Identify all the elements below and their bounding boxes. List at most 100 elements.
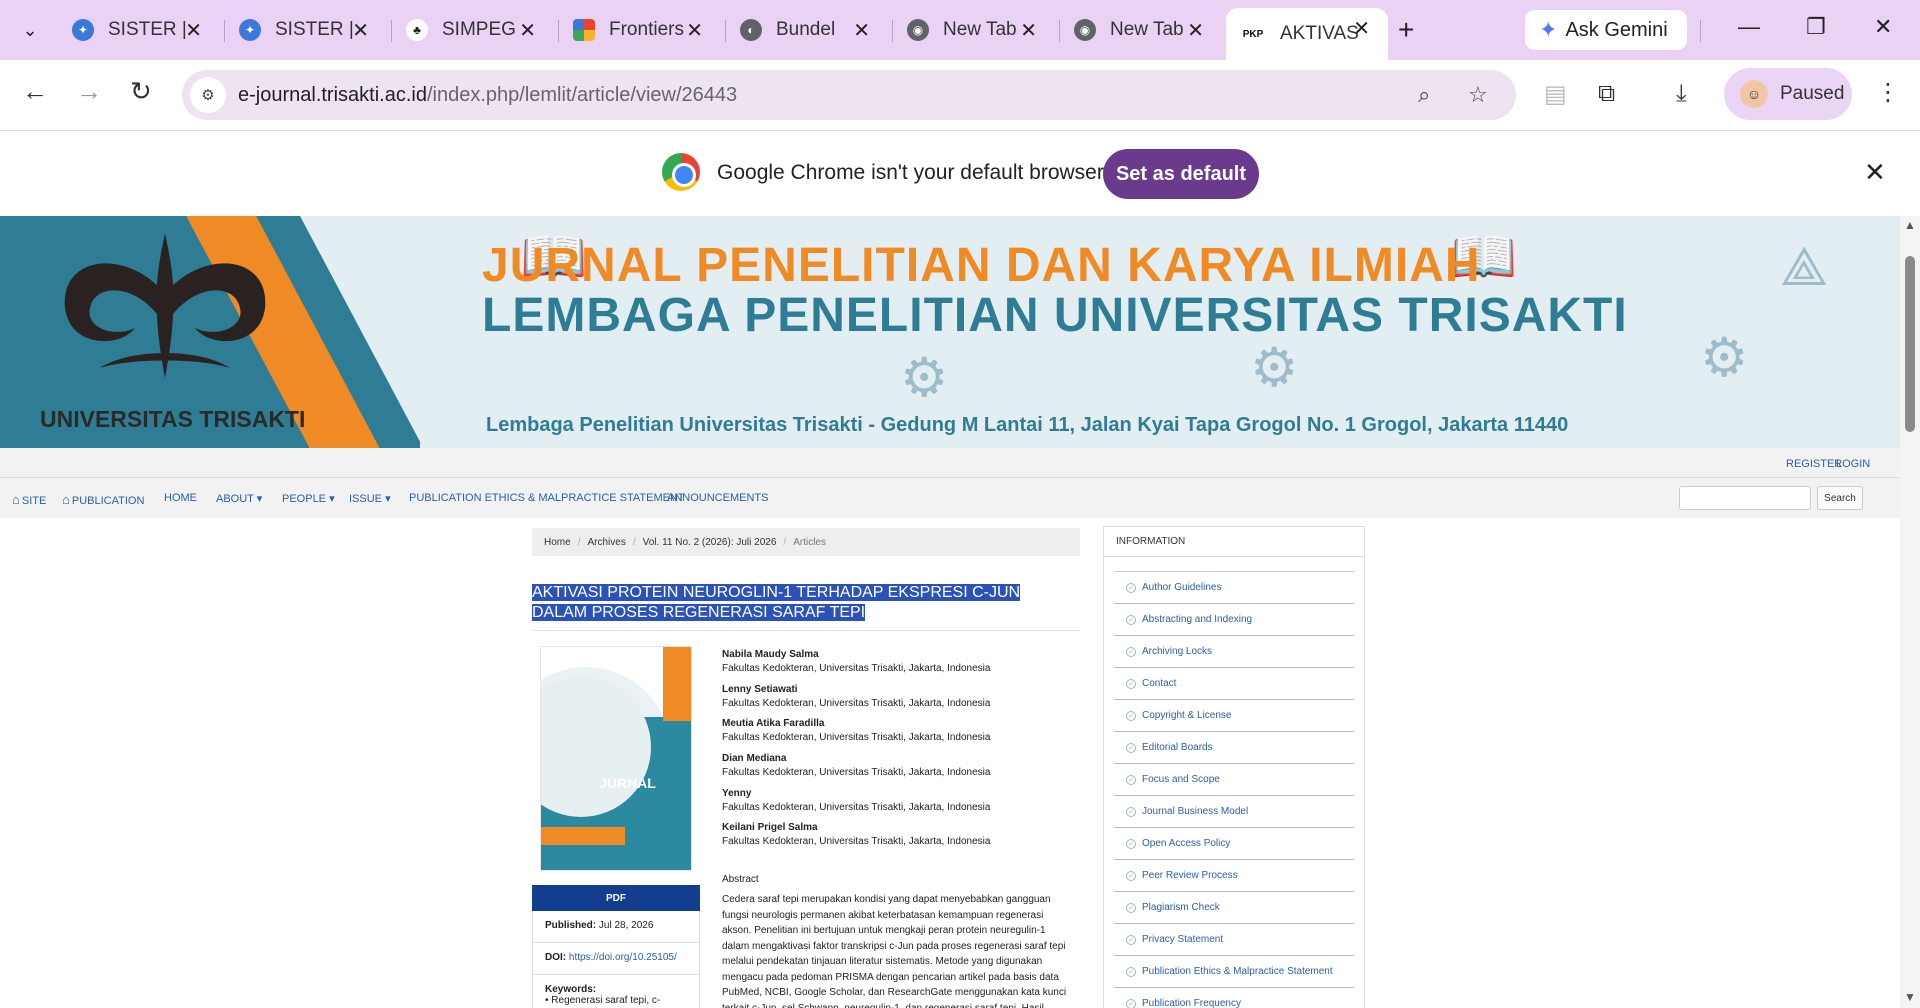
url-path: /index.php/lemlit/article/view/26443 xyxy=(426,83,738,106)
nav-people[interactable]: PEOPLE ▾ xyxy=(282,492,335,505)
zoom-magnifier-icon[interactable]: ⌕ xyxy=(1418,82,1430,108)
page-scrollbar[interactable]: ▲ ▼ xyxy=(1900,216,1920,1008)
back-arrow-icon[interactable]: ← xyxy=(22,76,48,107)
login-link[interactable]: LOGIN xyxy=(1836,458,1870,470)
sidebar-item-business-model[interactable]: ✓ Journal Business Model xyxy=(1114,796,1354,828)
sidebar-item-ethics[interactable]: ✓ Publication Ethics & Malpractice Statem… xyxy=(1114,956,1354,988)
close-icon[interactable]: ✕ xyxy=(352,18,369,43)
close-icon[interactable]: ✕ xyxy=(1353,16,1370,41)
sidebar-item-focus-scope[interactable]: ✓ Focus and Scope xyxy=(1114,764,1354,796)
sidebar-item-privacy[interactable]: ✓ Privacy Statement xyxy=(1114,924,1354,956)
new-tab-plus-icon[interactable]: + xyxy=(1398,14,1414,46)
forward-arrow-icon[interactable]: → xyxy=(76,76,102,107)
doi-link[interactable]: https://doi.org/10.25105/ xyxy=(569,952,677,963)
close-icon[interactable]: ✕ xyxy=(519,18,536,43)
sidebar-item-archiving-locks[interactable]: ✓ Archiving Locks xyxy=(1114,636,1354,668)
set-as-default-button[interactable]: Set as default xyxy=(1103,149,1259,199)
scroll-down-arrow-icon[interactable]: ▼ xyxy=(1904,990,1916,1004)
close-icon[interactable]: ✕ xyxy=(1187,18,1204,43)
keywords: Keywords: • Regenerasi saraf tepi, c- xyxy=(532,975,700,1008)
extensions-puzzle-icon[interactable]: ⧉ xyxy=(1598,80,1615,108)
menu-kebab-icon[interactable]: ⋮ xyxy=(1876,78,1900,107)
nav-publication[interactable]: ⌂ PUBLICATION xyxy=(62,492,144,507)
check-icon: ✓ xyxy=(1126,774,1136,785)
tab-simpeg[interactable]: ♣ SIMPEG ✕ xyxy=(392,10,554,50)
nav-about[interactable]: ABOUT ▾ xyxy=(216,492,262,505)
check-icon: ✓ xyxy=(1126,966,1136,977)
register-link[interactable]: REGISTER xyxy=(1786,458,1842,470)
tab-new-tab-2[interactable]: ◉ New Tab ✕ xyxy=(1060,10,1222,50)
nav-site[interactable]: ⌂ SITE xyxy=(12,492,46,507)
url-text[interactable]: e-journal.trisakti.ac.id/index.php/lemli… xyxy=(238,84,737,107)
tab-title: Bundel xyxy=(776,19,836,40)
ask-gemini-button[interactable]: ✦ Ask Gemini xyxy=(1525,10,1687,50)
sidebar-item-plagiarism[interactable]: ✓ Plagiarism Check xyxy=(1114,892,1354,924)
breadcrumb-issue[interactable]: Vol. 11 No. 2 (2026): Juli 2026 xyxy=(643,537,777,548)
browser-toolbar: ← → ↻ ⚙ e-journal.trisakti.ac.id/index.p… xyxy=(0,60,1920,130)
breadcrumb-separator: / xyxy=(577,536,581,548)
tab-bundel[interactable]: ◐ Bundel ✕ xyxy=(726,10,888,50)
check-icon: ✓ xyxy=(1126,678,1136,689)
pdf-download-button[interactable]: PDF xyxy=(532,885,700,911)
search-button[interactable]: Search xyxy=(1817,486,1863,510)
sidebar-item-editorial-boards[interactable]: ✓ Editorial Boards xyxy=(1114,732,1354,764)
close-icon[interactable]: ✕ xyxy=(686,18,703,43)
tab-strip: ⌄ ✦ SISTER | ✕ ✦ SISTER | ✕ ♣ SIMPEG ✕ F… xyxy=(0,0,1920,60)
main-nav: ⌂ SITE ⌂ PUBLICATION HOME ABOUT ▾ PEOPLE ▾… xyxy=(0,478,1900,518)
sidebar-item-open-access[interactable]: ✓ Open Access Policy xyxy=(1114,828,1354,860)
sidebar-item-peer-review[interactable]: ✓ Peer Review Process xyxy=(1114,860,1354,892)
sidebar-item-label: Open Access Policy xyxy=(1142,838,1231,849)
close-icon[interactable]: ✕ xyxy=(185,18,202,43)
tab-frontiers[interactable]: Frontiers ✕ xyxy=(559,10,721,50)
scroll-up-arrow-icon[interactable]: ▲ xyxy=(1904,218,1916,232)
bookmark-star-icon[interactable]: ☆ xyxy=(1468,82,1488,108)
tab-aktivasi-active[interactable]: PKP AKTIVASI ✕ xyxy=(1226,8,1388,60)
author-entry: Yenny Fakultas Kedokteran, Universitas Tr… xyxy=(722,787,990,815)
reload-icon[interactable]: ↻ xyxy=(130,76,152,107)
infobar-close-icon[interactable]: ✕ xyxy=(1864,157,1886,188)
article-title-text: AKTIVASI PROTEIN NEUROGLIN-1 TERHADAP EK… xyxy=(532,584,1021,621)
address-bar[interactable]: ⚙ e-journal.trisakti.ac.id/index.php/lem… xyxy=(182,70,1516,120)
sidebar-item-author-guidelines[interactable]: ✓ Author Guidelines xyxy=(1114,572,1354,604)
profile-status: Paused xyxy=(1780,83,1845,104)
minimize-icon[interactable]: — xyxy=(1738,14,1760,40)
sidebar-item-label: Archiving Locks xyxy=(1142,646,1213,657)
window-close-icon[interactable]: ✕ xyxy=(1874,14,1892,40)
restore-icon[interactable]: ❐ xyxy=(1806,14,1826,40)
keywords-label: Keywords: xyxy=(545,984,597,995)
sidebar-item-contact[interactable]: ✓ Contact xyxy=(1114,668,1354,700)
scrollbar-thumb[interactable] xyxy=(1905,256,1915,432)
nav-ethics[interactable]: PUBLICATION ETHICS & MALPRACTICE STATEME… xyxy=(409,492,685,504)
close-icon[interactable]: ✕ xyxy=(853,18,870,43)
tab-new-tab-1[interactable]: ◉ New Tab ✕ xyxy=(893,10,1055,50)
profile-paused-button[interactable]: ☺ Paused xyxy=(1724,68,1852,120)
sidebar-item-copyright[interactable]: ✓ Copyright & License xyxy=(1114,700,1354,732)
tab-sister-2[interactable]: ✦ SISTER | ✕ xyxy=(225,10,387,50)
journal-cover-image[interactable]: JURNAL xyxy=(540,646,692,871)
breadcrumb-archives[interactable]: Archives xyxy=(587,537,625,548)
gear-icon: ⚙ xyxy=(1250,338,1299,398)
nav-home[interactable]: HOME xyxy=(164,492,197,504)
breadcrumb-home[interactable]: Home xyxy=(544,537,571,548)
sidebar-item-frequency[interactable]: ✓ Publication Frequency xyxy=(1114,988,1354,1008)
search-input[interactable] xyxy=(1679,486,1811,510)
site-info-icon[interactable]: ⚙ xyxy=(190,77,226,113)
close-icon[interactable]: ✕ xyxy=(1020,18,1037,43)
tab-search-chevron-icon[interactable]: ⌄ xyxy=(10,14,50,46)
breadcrumb: Home / Archives / Vol. 11 No. 2 (2026): Ju… xyxy=(532,528,1080,556)
tab-sister-1[interactable]: ✦ SISTER | ✕ xyxy=(58,10,220,50)
information-sidebar: INFORMATION ✓ Author Guidelines ✓ Abstract… xyxy=(1103,526,1365,1008)
reading-mode-icon[interactable]: ▤ xyxy=(1544,80,1567,109)
nav-announcements[interactable]: ANNOUNCEMENTS xyxy=(667,492,768,504)
home-icon: ⌂ xyxy=(62,492,70,507)
url-domain: e-journal.trisakti.ac.id xyxy=(238,83,427,106)
check-icon: ✓ xyxy=(1126,582,1136,593)
download-icon[interactable]: ⤓ xyxy=(1676,80,1687,108)
web-page: 📖 ⚙ ⚙ 📖 ⚙ ⟁ UNIVERSITAS TRISAKTI JURNAL … xyxy=(0,216,1900,1008)
published-date: Published: Jul 28, 2026 xyxy=(532,911,700,943)
sidebar-item-abstracting-indexing[interactable]: ✓ Abstracting and Indexing xyxy=(1114,604,1354,636)
check-icon: ✓ xyxy=(1126,934,1136,945)
banner-university-name: UNIVERSITAS TRISAKTI xyxy=(40,406,306,432)
check-icon: ✓ xyxy=(1126,902,1136,913)
nav-issue[interactable]: ISSUE ▾ xyxy=(349,492,391,505)
